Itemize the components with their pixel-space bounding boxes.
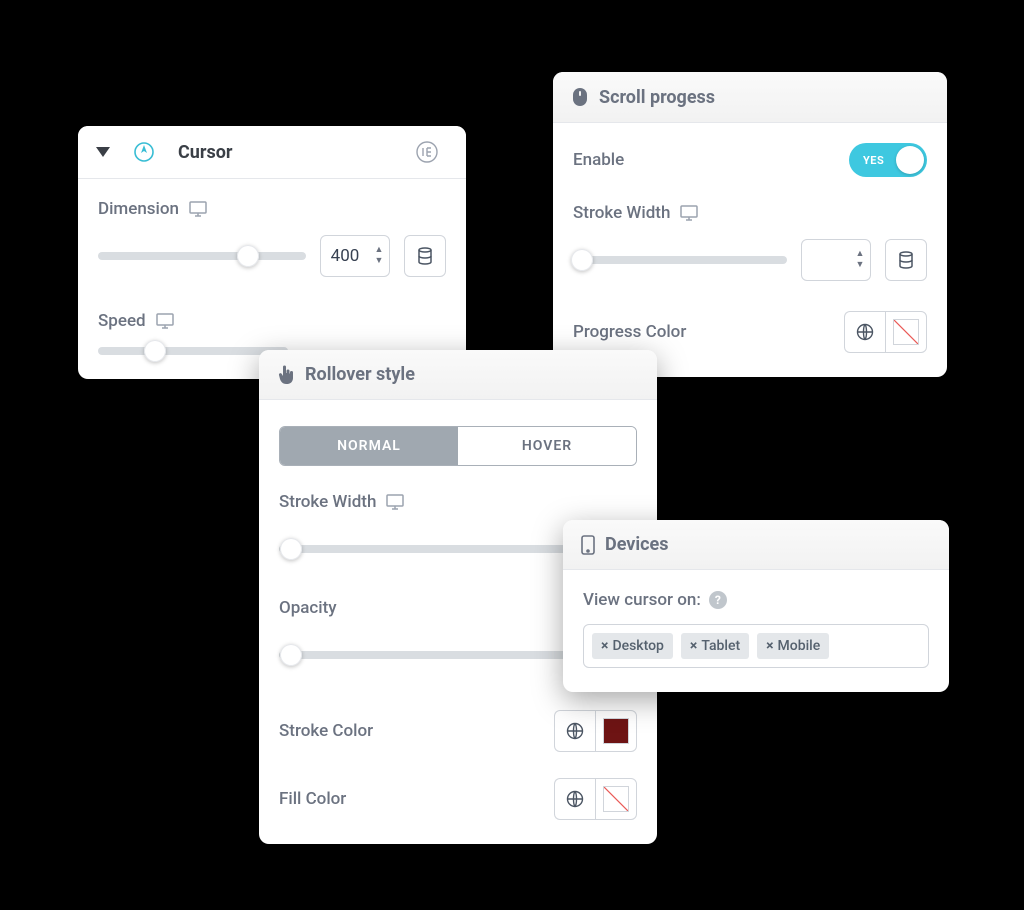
mobile-icon — [581, 535, 595, 555]
db-icon[interactable] — [885, 239, 927, 281]
close-icon[interactable]: × — [601, 638, 608, 654]
desktop-icon[interactable] — [156, 313, 174, 329]
stroke-color-swatch[interactable] — [595, 710, 637, 752]
scroll-panel-title: Scroll progess — [599, 87, 715, 108]
globe-icon[interactable] — [554, 710, 595, 752]
desktop-icon[interactable] — [386, 494, 404, 510]
tab-hover[interactable]: HOVER — [458, 427, 636, 465]
state-tabs: NORMAL HOVER — [279, 426, 637, 466]
dimension-label: Dimension — [98, 199, 446, 219]
mouse-icon — [571, 86, 589, 108]
elementor-icon[interactable] — [416, 141, 438, 163]
scroll-progress-panel: Scroll progess Enable YES Stroke Width ▲… — [553, 72, 947, 377]
cursor-panel-title: Cursor — [178, 142, 232, 163]
rollover-panel-title: Rollover style — [305, 364, 415, 385]
enable-label: Enable — [573, 150, 624, 170]
dimension-slider[interactable] — [98, 252, 306, 260]
stroke-color-label: Stroke Color — [279, 721, 373, 741]
tag-desktop[interactable]: ×Desktop — [592, 633, 673, 659]
devices-tag-input[interactable]: ×Desktop ×Tablet ×Mobile — [583, 624, 929, 668]
close-icon[interactable]: × — [766, 638, 773, 654]
close-icon[interactable]: × — [690, 638, 697, 654]
fill-color-swatch-none[interactable] — [595, 778, 637, 820]
enable-toggle[interactable]: YES — [849, 143, 927, 177]
hand-pointer-icon — [277, 365, 295, 385]
color-swatch — [603, 718, 629, 744]
tag-mobile[interactable]: ×Mobile — [757, 633, 829, 659]
globe-icon[interactable] — [844, 311, 885, 353]
stroke-width-label: Stroke Width — [279, 492, 637, 512]
number-stepper[interactable]: ▲▼ — [850, 250, 870, 270]
rollover-panel-header[interactable]: Rollover style — [259, 350, 657, 400]
speed-label: Speed — [98, 311, 446, 331]
desktop-icon[interactable] — [189, 201, 207, 217]
cursor-icon — [132, 140, 156, 164]
stroke-width-label: Stroke Width — [573, 203, 927, 223]
number-stepper[interactable]: ▲▼ — [369, 246, 389, 266]
slider-thumb[interactable] — [280, 644, 302, 666]
tag-tablet[interactable]: ×Tablet — [681, 633, 749, 659]
stroke-width-slider[interactable] — [279, 545, 577, 553]
fill-color-label: Fill Color — [279, 789, 346, 809]
slider-thumb[interactable] — [144, 340, 166, 362]
cursor-panel: Cursor Dimension 400 ▲▼ Speed — [78, 126, 466, 379]
progress-color-label: Progress Color — [573, 322, 686, 342]
stroke-width-input[interactable]: ▲▼ — [801, 239, 871, 281]
help-icon[interactable]: ? — [709, 591, 727, 609]
slider-thumb[interactable] — [280, 538, 302, 560]
globe-icon[interactable] — [554, 778, 595, 820]
toggle-knob — [896, 146, 924, 174]
stroke-width-slider[interactable] — [573, 256, 787, 264]
devices-prompt: View cursor on: ? — [583, 590, 929, 610]
slider-thumb[interactable] — [571, 249, 593, 271]
devices-panel: Devices View cursor on: ? ×Desktop ×Tabl… — [563, 520, 949, 692]
slider-thumb[interactable] — [237, 245, 259, 267]
db-icon[interactable] — [404, 235, 446, 277]
dimension-input[interactable]: 400 ▲▼ — [320, 235, 390, 277]
desktop-icon[interactable] — [680, 205, 698, 221]
opacity-slider[interactable] — [279, 651, 587, 659]
color-swatch-none[interactable] — [885, 311, 927, 353]
devices-panel-title: Devices — [605, 534, 669, 555]
tab-normal[interactable]: NORMAL — [280, 427, 458, 465]
cursor-panel-header[interactable]: Cursor — [78, 126, 466, 179]
devices-panel-header[interactable]: Devices — [563, 520, 949, 570]
scroll-panel-header[interactable]: Scroll progess — [553, 72, 947, 123]
chevron-down-icon[interactable] — [96, 147, 110, 157]
